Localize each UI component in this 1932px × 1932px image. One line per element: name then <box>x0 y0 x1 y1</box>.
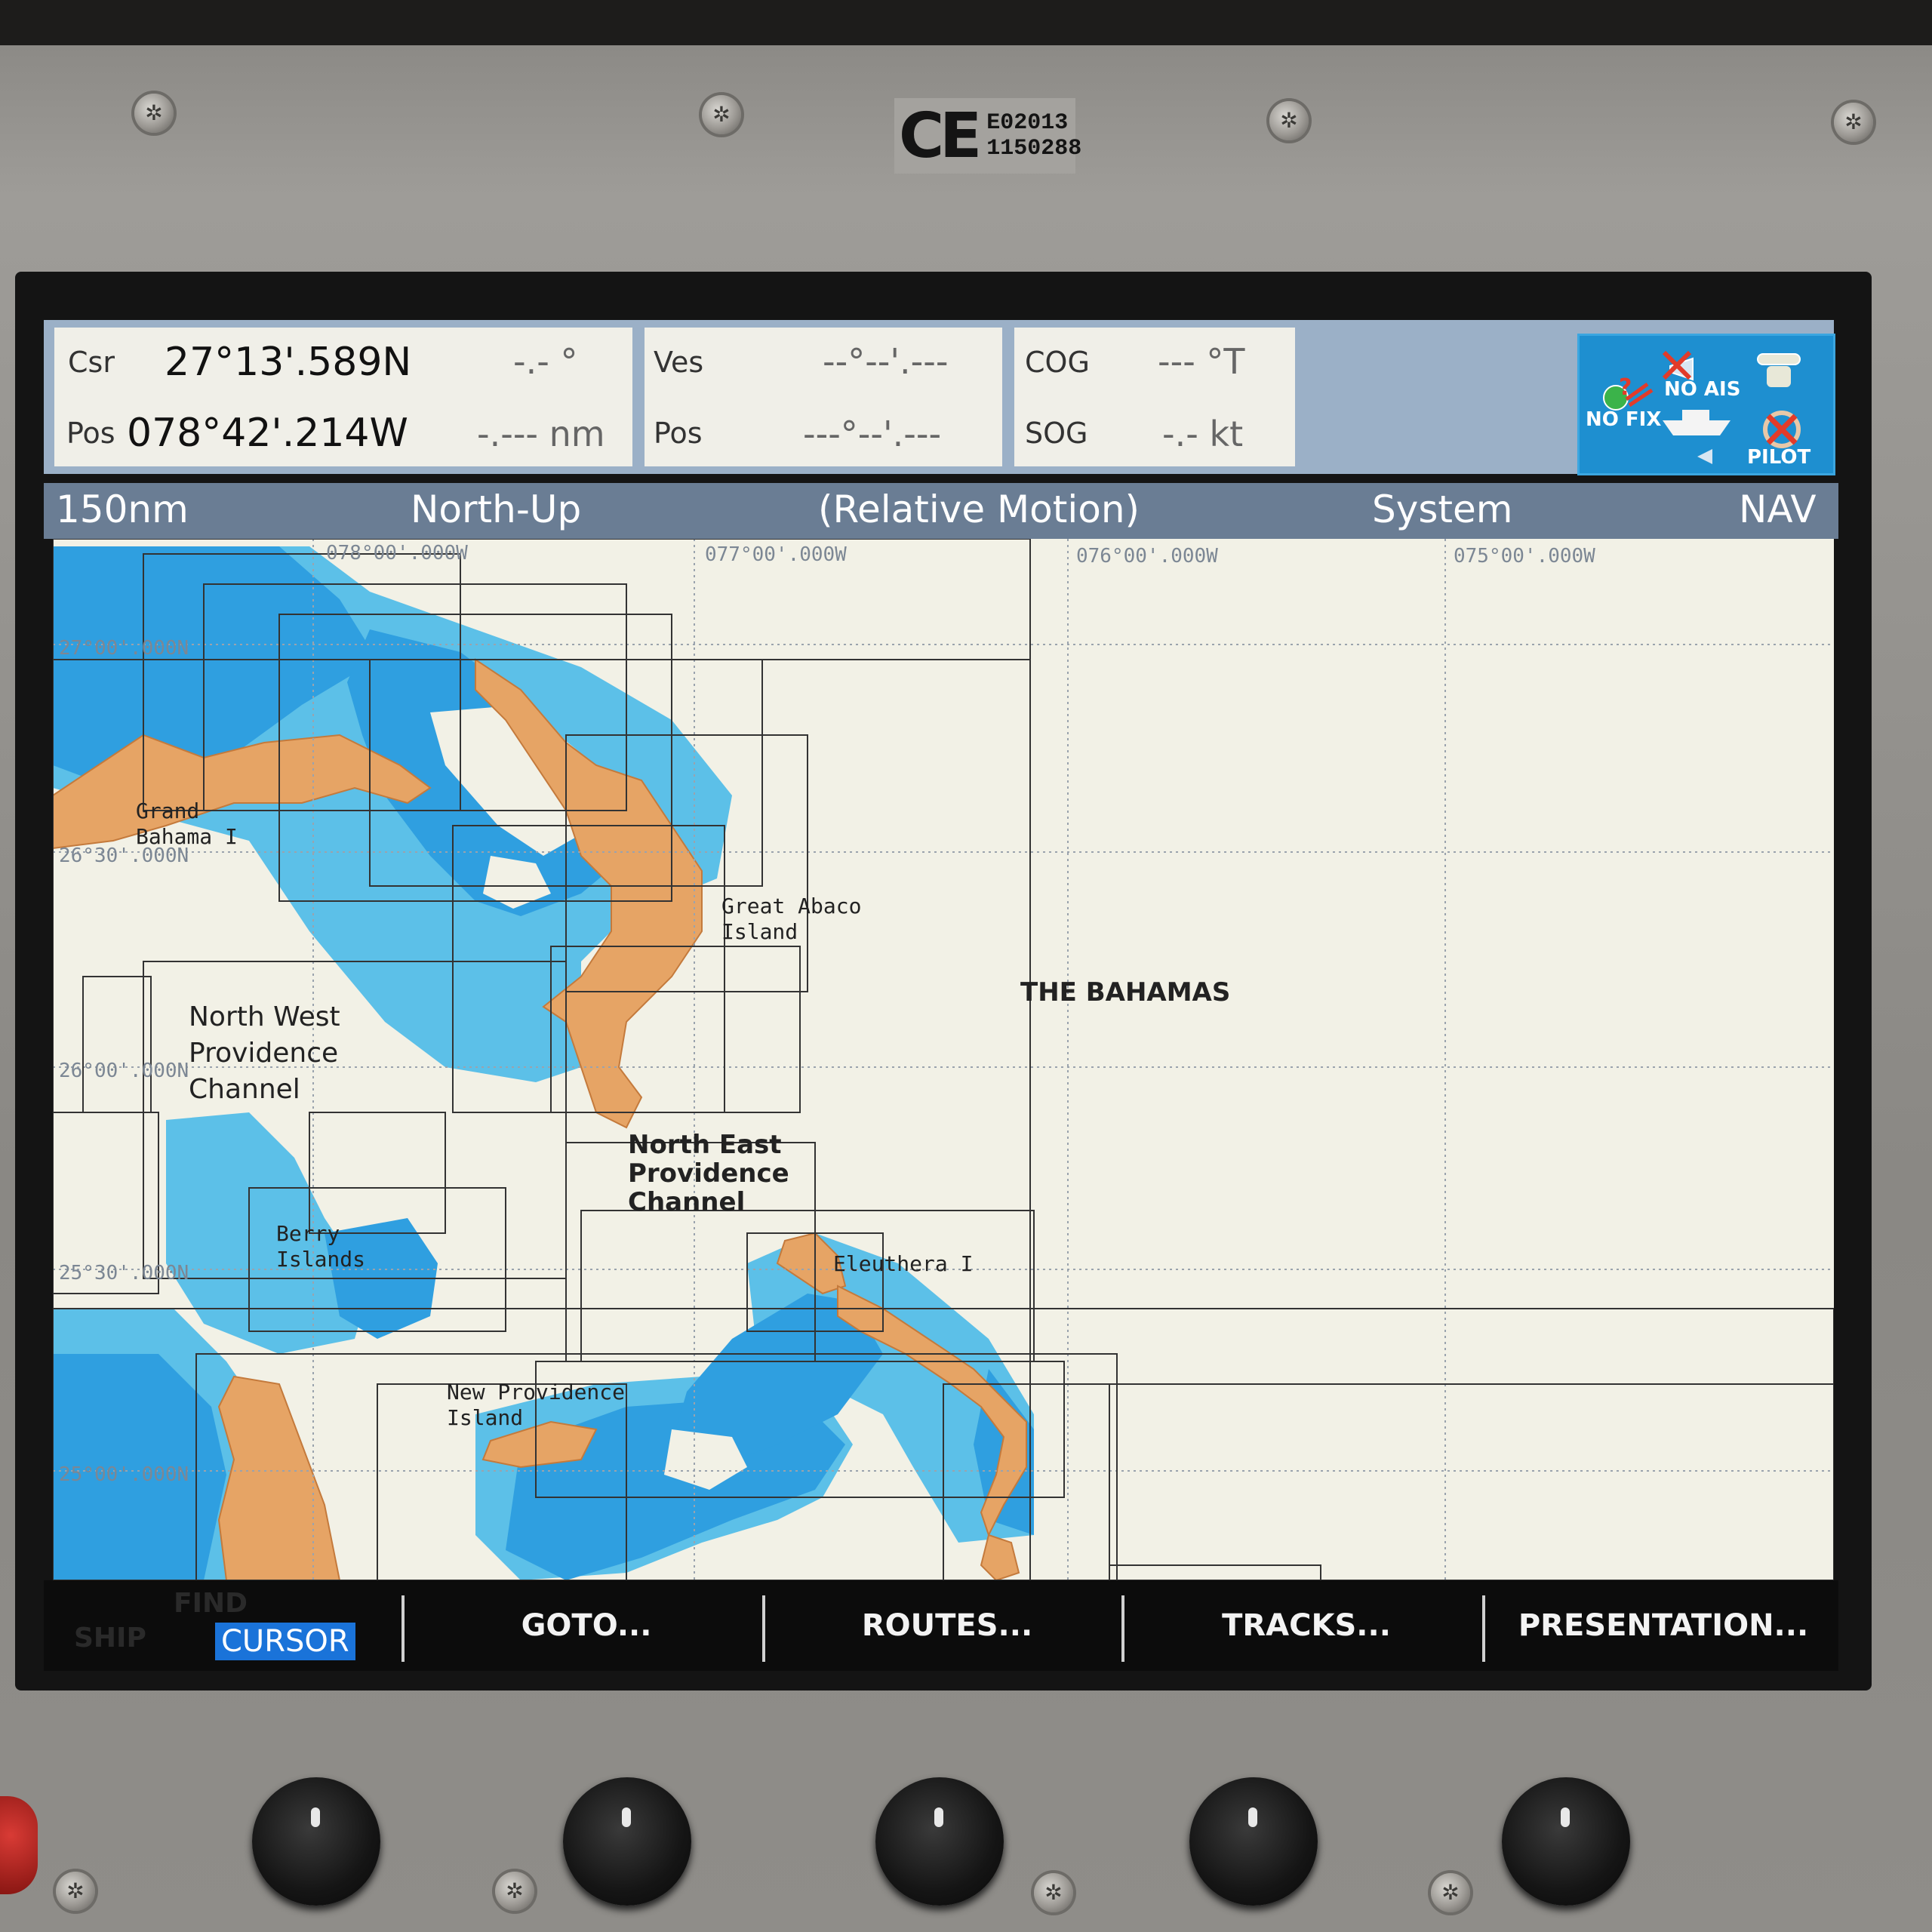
sog-value: -.- kt <box>1162 414 1244 454</box>
cursor-softkey[interactable]: CURSOR <box>215 1623 355 1660</box>
screw-icon: ✲ <box>1269 101 1309 140</box>
system-mode[interactable]: System <box>1372 488 1512 531</box>
ves-label: Ves <box>654 346 704 379</box>
cursor-bearing: -.- ° <box>513 341 578 382</box>
status-header: Csr 27°13'.589N -.- ° Pos 078°42'.214W -… <box>44 320 1834 474</box>
pos-label: Pos <box>66 417 115 450</box>
course-speed-cell[interactable]: COG --- °T SOG -.- kt <box>1014 328 1295 466</box>
softkey-divider <box>401 1595 405 1662</box>
cursor-longitude: 078°42'.214W <box>127 411 408 456</box>
no-fix-label: NO FIX <box>1586 408 1662 431</box>
find-ship-ghost-label: SHIP <box>74 1623 146 1654</box>
radar-antenna-icon <box>1757 353 1801 387</box>
latitude-label: 26°00'.000N <box>59 1060 189 1082</box>
softkey-knob[interactable] <box>875 1777 1004 1906</box>
routes-softkey[interactable]: ROUTES... <box>777 1595 1117 1656</box>
vessel-position-cell[interactable]: Ves --°--'.--- Pos ---°--'.--- <box>645 328 1002 466</box>
softkey-knob[interactable] <box>1189 1777 1318 1906</box>
goto-softkey[interactable]: GOTO... <box>417 1595 756 1656</box>
vessel-icon <box>1663 410 1730 464</box>
screw-icon: ✲ <box>134 94 174 133</box>
softkey-knob[interactable] <box>563 1777 691 1906</box>
place-nw-providence-channel: North West Providence Channel <box>189 1001 340 1105</box>
softkey-knob[interactable] <box>252 1777 380 1906</box>
screw-icon: ✲ <box>1431 1873 1470 1912</box>
power-button[interactable] <box>0 1796 38 1894</box>
vessel-latitude: --°--'.--- <box>823 341 949 382</box>
pos-label: Pos <box>654 417 703 450</box>
screw-icon: ✲ <box>702 95 741 134</box>
cog-value: --- °T <box>1158 341 1245 382</box>
softkey-divider <box>1482 1595 1485 1662</box>
longitude-label: 077°00'.000W <box>705 543 847 566</box>
latitude-label: 27°00'.000N <box>59 637 189 660</box>
screw-icon: ✲ <box>56 1872 95 1911</box>
pilot-label: PILOT <box>1747 446 1811 469</box>
motion-mode[interactable]: (Relative Motion) <box>818 488 1140 531</box>
softkey-divider <box>1121 1595 1124 1662</box>
range-scale[interactable]: 150nm <box>56 488 189 531</box>
sensor-status-panel[interactable]: ? NO FIX NO AIS PILOT <box>1577 334 1835 475</box>
place-great-abaco: Great Abaco Island <box>721 894 862 944</box>
softkey-knob[interactable] <box>1502 1777 1630 1906</box>
screw-icon: ✲ <box>495 1872 534 1911</box>
gps-no-fix-icon: ? <box>1603 374 1654 411</box>
screw-icon: ✲ <box>1034 1873 1073 1912</box>
electronic-chart[interactable]: 078°00'.000W 077°00'.000W 076°00'.000W 0… <box>53 539 1834 1580</box>
cursor-position-cell[interactable]: Csr 27°13'.589N -.- ° Pos 078°42'.214W -… <box>54 328 632 466</box>
latitude-label: 25°30'.000N <box>59 1262 189 1284</box>
approval-code: E02013 <box>986 110 1069 136</box>
no-ais-label: NO AIS <box>1664 378 1741 401</box>
approval-code: 1150288 <box>986 136 1082 162</box>
place-the-bahamas: THE BAHAMAS <box>1020 977 1231 1008</box>
cursor-range: -.--- nm <box>477 414 605 454</box>
cog-label: COG <box>1025 346 1090 379</box>
cursor-latitude: 27°13'.589N <box>165 340 412 385</box>
ce-approval-plate: CE E02013 1150288 <box>894 98 1081 174</box>
longitude-label: 078°00'.000W <box>326 542 468 565</box>
find-ship-ghost-label: FIND <box>174 1588 248 1619</box>
longitude-label: 076°00'.000W <box>1076 545 1218 568</box>
place-grand-bahama: Grand Bahama I <box>136 798 238 849</box>
place-ne-providence-channel: North East Providence Channel <box>628 1130 789 1217</box>
device-top-edge <box>0 0 1932 45</box>
place-berry-islands: Berry Islands <box>276 1221 366 1272</box>
place-new-providence: New Providence Island <box>447 1380 626 1430</box>
sog-label: SOG <box>1025 417 1088 450</box>
longitude-label: 075°00'.000W <box>1454 545 1595 568</box>
ce-mark: CE <box>899 100 982 172</box>
place-eleuthera: Eleuthera I <box>833 1251 974 1276</box>
vessel-longitude: ---°--'.--- <box>803 414 942 454</box>
latitude-label: 25°00'.000N <box>59 1463 189 1486</box>
tracks-softkey[interactable]: TRACKS... <box>1137 1595 1476 1656</box>
chart-title-bar: 150nm North-Up (Relative Motion) System … <box>44 483 1838 539</box>
csr-label: Csr <box>68 346 115 379</box>
page-indicator[interactable]: NAV <box>1739 488 1817 531</box>
screw-icon: ✲ <box>1834 103 1873 142</box>
presentation-softkey[interactable]: PRESENTATION... <box>1497 1595 1829 1656</box>
orientation-mode[interactable]: North-Up <box>411 488 581 531</box>
ais-off-icon <box>1662 350 1694 381</box>
autopilot-off-icon <box>1763 411 1801 448</box>
softkey-divider <box>762 1595 765 1662</box>
